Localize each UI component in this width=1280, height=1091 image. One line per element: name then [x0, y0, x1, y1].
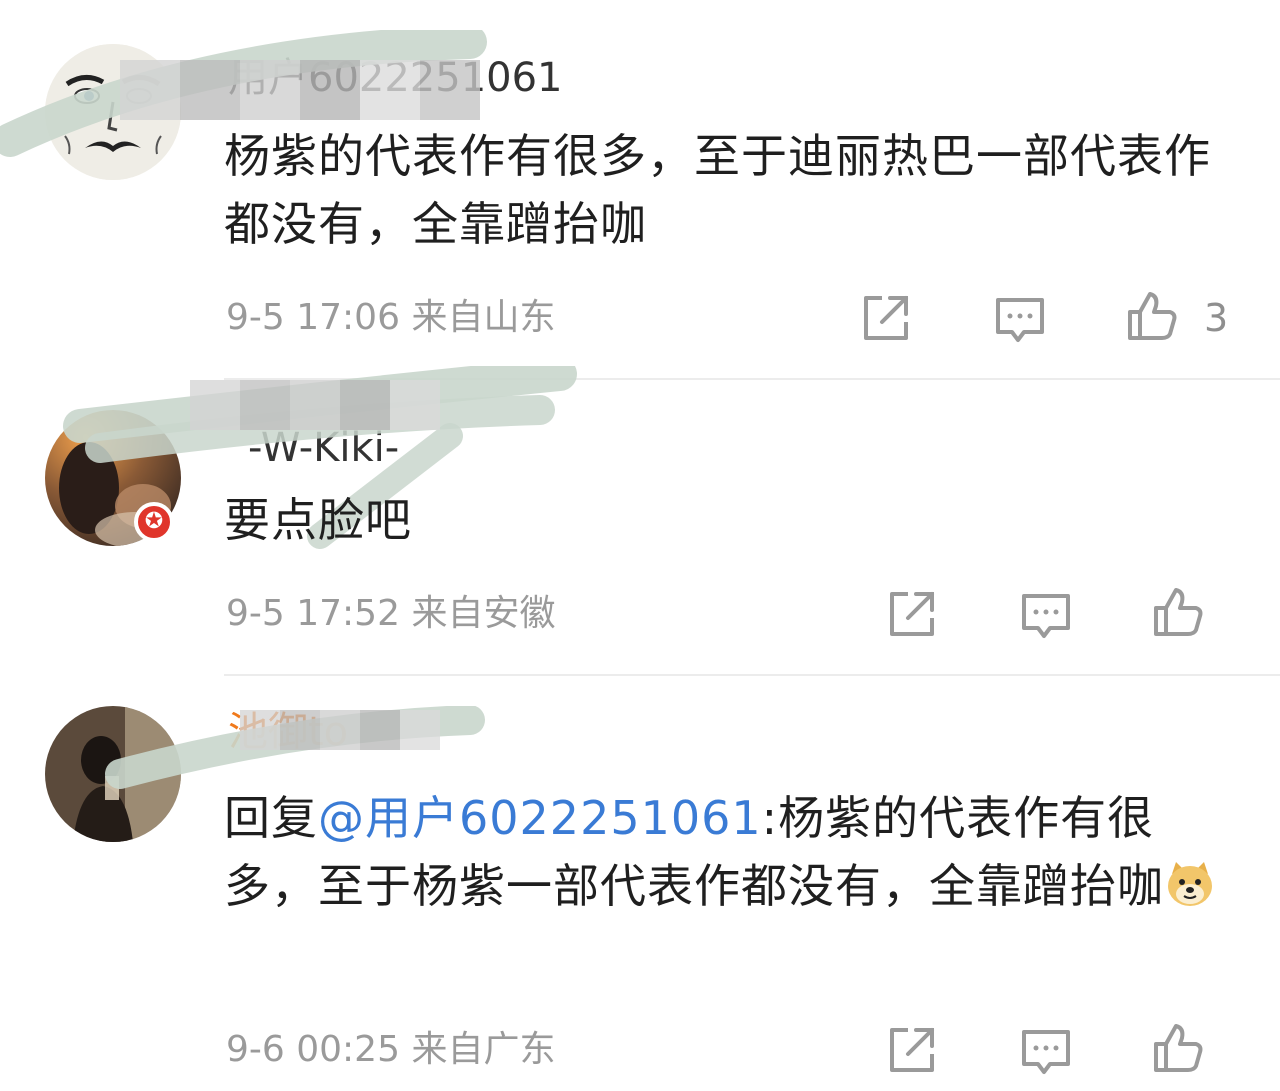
like-button[interactable] — [1126, 290, 1178, 342]
comment-time: 9-6 00:25 — [226, 1029, 400, 1070]
comment-icon — [996, 298, 1044, 342]
comment-button[interactable] — [1020, 1026, 1072, 1078]
username[interactable]: 池御to — [228, 710, 348, 754]
comment-time: 9-5 17:52 — [226, 593, 400, 634]
comment-meta: 9-5 17:52 来自安徽 — [226, 594, 555, 634]
like-icon — [1154, 1024, 1203, 1072]
like-button[interactable] — [1152, 1022, 1204, 1074]
comment-button[interactable] — [994, 294, 1046, 346]
comment-location: 来自安徽 — [411, 593, 556, 634]
like-count: 3 — [1204, 296, 1229, 340]
comment-button[interactable] — [1020, 590, 1072, 642]
comment-icon — [1022, 594, 1070, 638]
comment-item: ✪ -W-Kiki- 要点脸吧 9-5 17:52 来自安徽 — [0, 366, 1280, 674]
comment-text: 回复@用户6022251061:杨紫的代表作有很多，至于杨紫一部代表作都没有，全… — [224, 784, 1224, 920]
username[interactable]: 用户6022251061 — [228, 56, 563, 100]
like-button[interactable] — [1152, 586, 1204, 638]
share-button[interactable] — [886, 588, 938, 640]
verified-badge: ✪ — [134, 502, 174, 542]
comment-meta: 9-6 00:25 来自广东 — [226, 1030, 555, 1070]
comment-time: 9-5 17:06 — [226, 297, 400, 338]
avatar[interactable] — [45, 706, 181, 842]
comment-text: 杨紫的代表作有很多，至于迪丽热巴一部代表作都没有，全靠蹭抬咖 — [224, 129, 1211, 251]
share-icon — [890, 592, 934, 636]
username[interactable]: -W-Kiki- — [248, 426, 399, 470]
like-icon — [1154, 588, 1203, 636]
share-button[interactable] — [886, 1024, 938, 1076]
comment-item: 池御to 回复@用户6022251061:杨紫的代表作有很多，至于杨紫一部代表作… — [0, 676, 1280, 1091]
share-button[interactable] — [860, 292, 912, 344]
share-icon — [890, 1028, 934, 1072]
comment-location: 来自山东 — [411, 297, 556, 338]
comment-location: 来自广东 — [411, 1029, 556, 1070]
mention-link[interactable]: @用户6022251061 — [318, 791, 762, 845]
comment-text: 要点脸吧 — [224, 493, 412, 547]
comment-icon — [1022, 1030, 1070, 1074]
like-icon — [1128, 292, 1177, 340]
comment-item: 用户6022251061 杨紫的代表作有很多，至于迪丽热巴一部代表作都没有，全靠… — [0, 0, 1280, 380]
share-icon — [864, 296, 908, 340]
avatar[interactable] — [45, 44, 181, 180]
comment-meta: 9-5 17:06 来自山东 — [226, 298, 555, 338]
doge-emoji-icon — [1164, 858, 1216, 910]
reply-prefix: 回复 — [224, 791, 318, 845]
